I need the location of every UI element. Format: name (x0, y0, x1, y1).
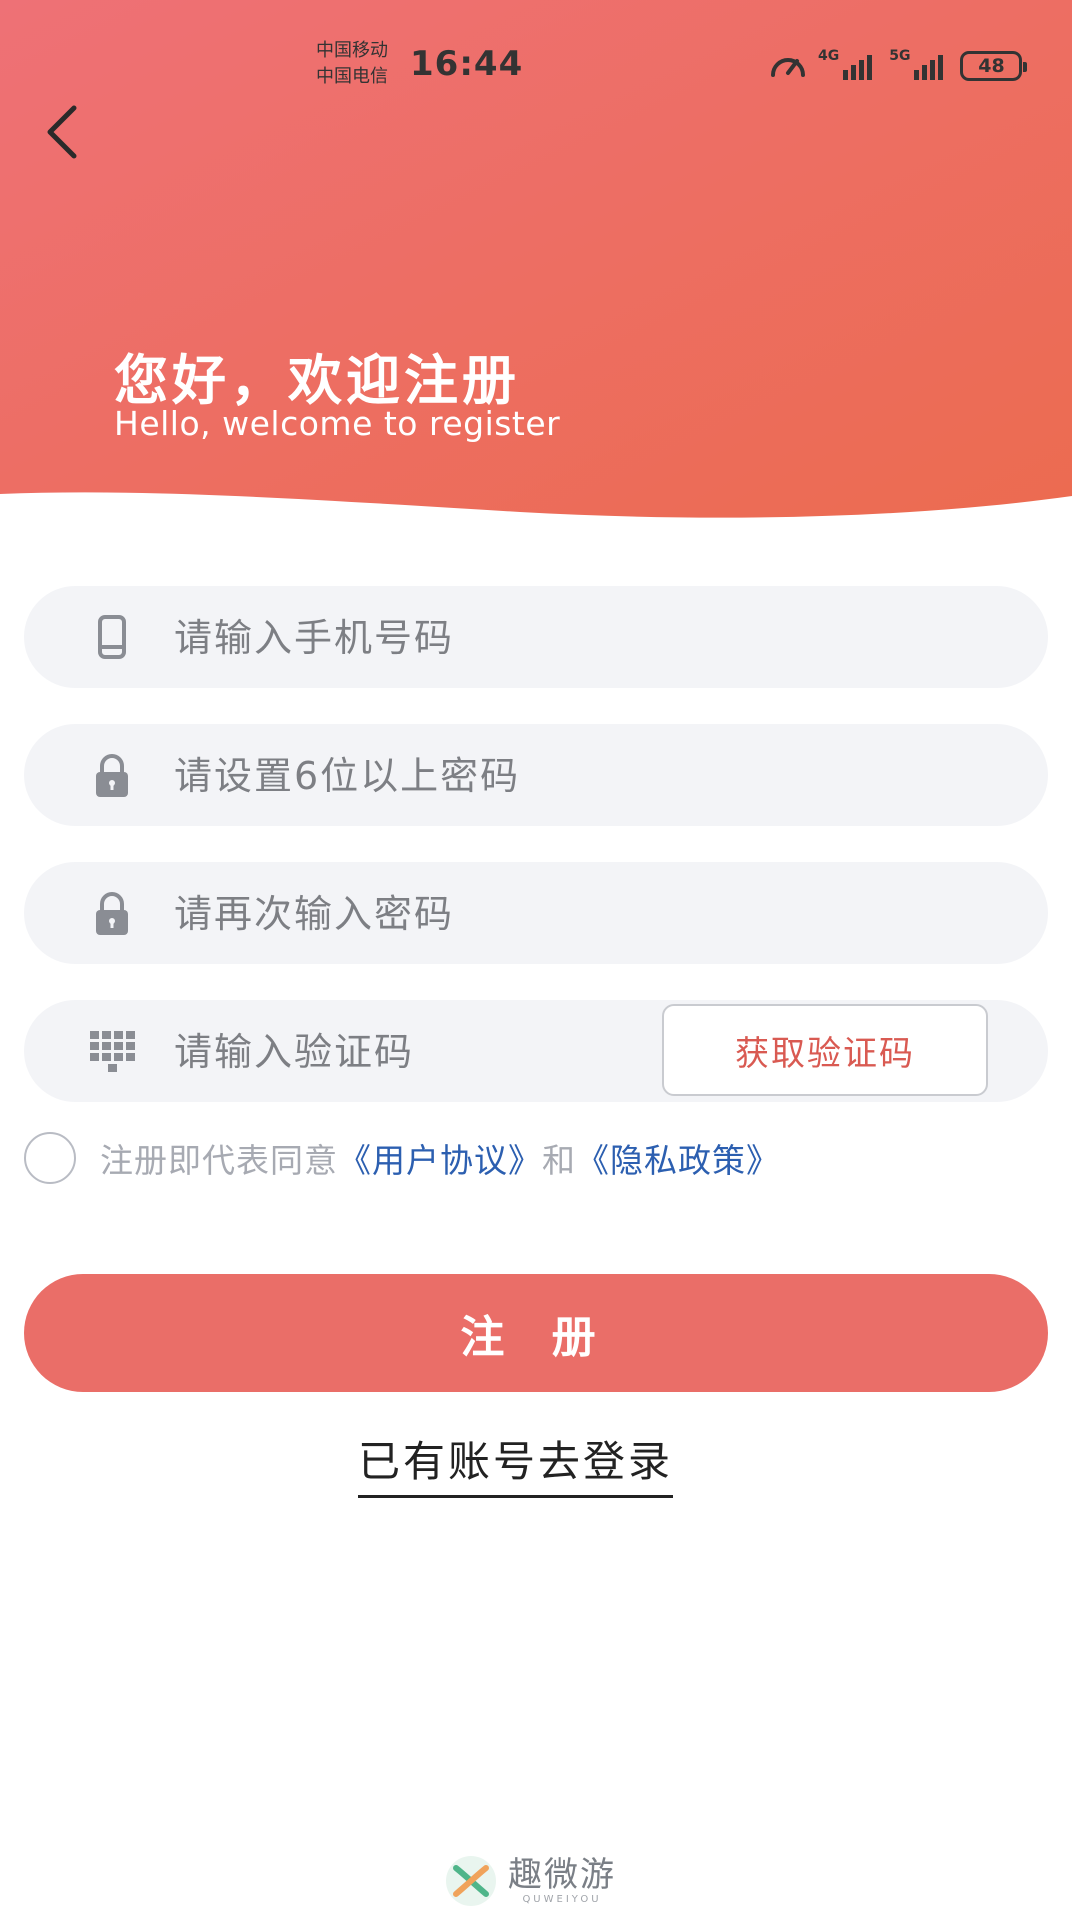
verification-code-input[interactable] (172, 1000, 656, 1104)
battery-icon: 48 (960, 51, 1028, 81)
header: 中国移动 中国电信 16:44 4G 5G 48 您好，欢迎注册 Hello, … (0, 0, 1072, 520)
password-field (24, 724, 1048, 828)
register-button[interactable]: 注 册 (24, 1274, 1048, 1392)
carrier-2: 中国电信 (316, 66, 388, 87)
agreement-row: 注册即代表同意 《用户协议》 和 《隐私政策》 (24, 1130, 780, 1186)
status-icons: 4G 5G 48 (768, 46, 1028, 86)
watermark-text: 趣微游 QUWEIYOU (508, 1856, 616, 1906)
page-subtitle: Hello, welcome to register (114, 404, 561, 443)
confirm-password-field (24, 862, 1048, 966)
privacy-policy-link[interactable]: 《隐私政策》 (576, 1134, 780, 1182)
user-agreement-link[interactable]: 《用户协议》 (338, 1134, 542, 1182)
watermark-name: 趣微游 (508, 1855, 616, 1895)
network-label-1: 4G (818, 48, 840, 64)
confirm-password-input[interactable] (172, 862, 996, 966)
keypad-icon (90, 1031, 135, 1072)
watermark: 趣微游 QUWEIYOU (444, 1854, 616, 1908)
back-button[interactable] (30, 92, 94, 168)
watermark-sub: QUWEIYOU (522, 1894, 602, 1905)
status-bar: 中国移动 中国电信 16:44 4G 5G 48 (0, 0, 1072, 120)
signal-icon (914, 55, 944, 80)
phone-field (24, 586, 1048, 690)
network-label-2: 5G (889, 48, 911, 64)
watermark-logo-icon (446, 1856, 496, 1906)
phone-input[interactable] (172, 586, 996, 690)
verification-code-field: 获取验证码 (24, 1000, 1048, 1104)
signal-icon (843, 55, 873, 80)
carrier-info: 中国移动 中国电信 (316, 38, 388, 90)
phone-icon (98, 615, 126, 659)
speed-icon (771, 58, 805, 77)
clock: 16:44 (410, 44, 524, 84)
agreement-conjunction: 和 (542, 1141, 576, 1180)
carrier-1: 中国移动 (316, 40, 388, 61)
password-input[interactable] (172, 724, 996, 828)
agreement-prefix: 注册即代表同意 (100, 1141, 338, 1180)
agreement-checkbox[interactable] (24, 1132, 76, 1184)
get-code-button[interactable]: 获取验证码 (662, 1004, 988, 1096)
login-link[interactable]: 已有账号去登录 (358, 1428, 674, 1498)
chevron-left-icon (47, 105, 77, 159)
lock-icon (96, 892, 128, 935)
lock-icon (96, 754, 128, 797)
